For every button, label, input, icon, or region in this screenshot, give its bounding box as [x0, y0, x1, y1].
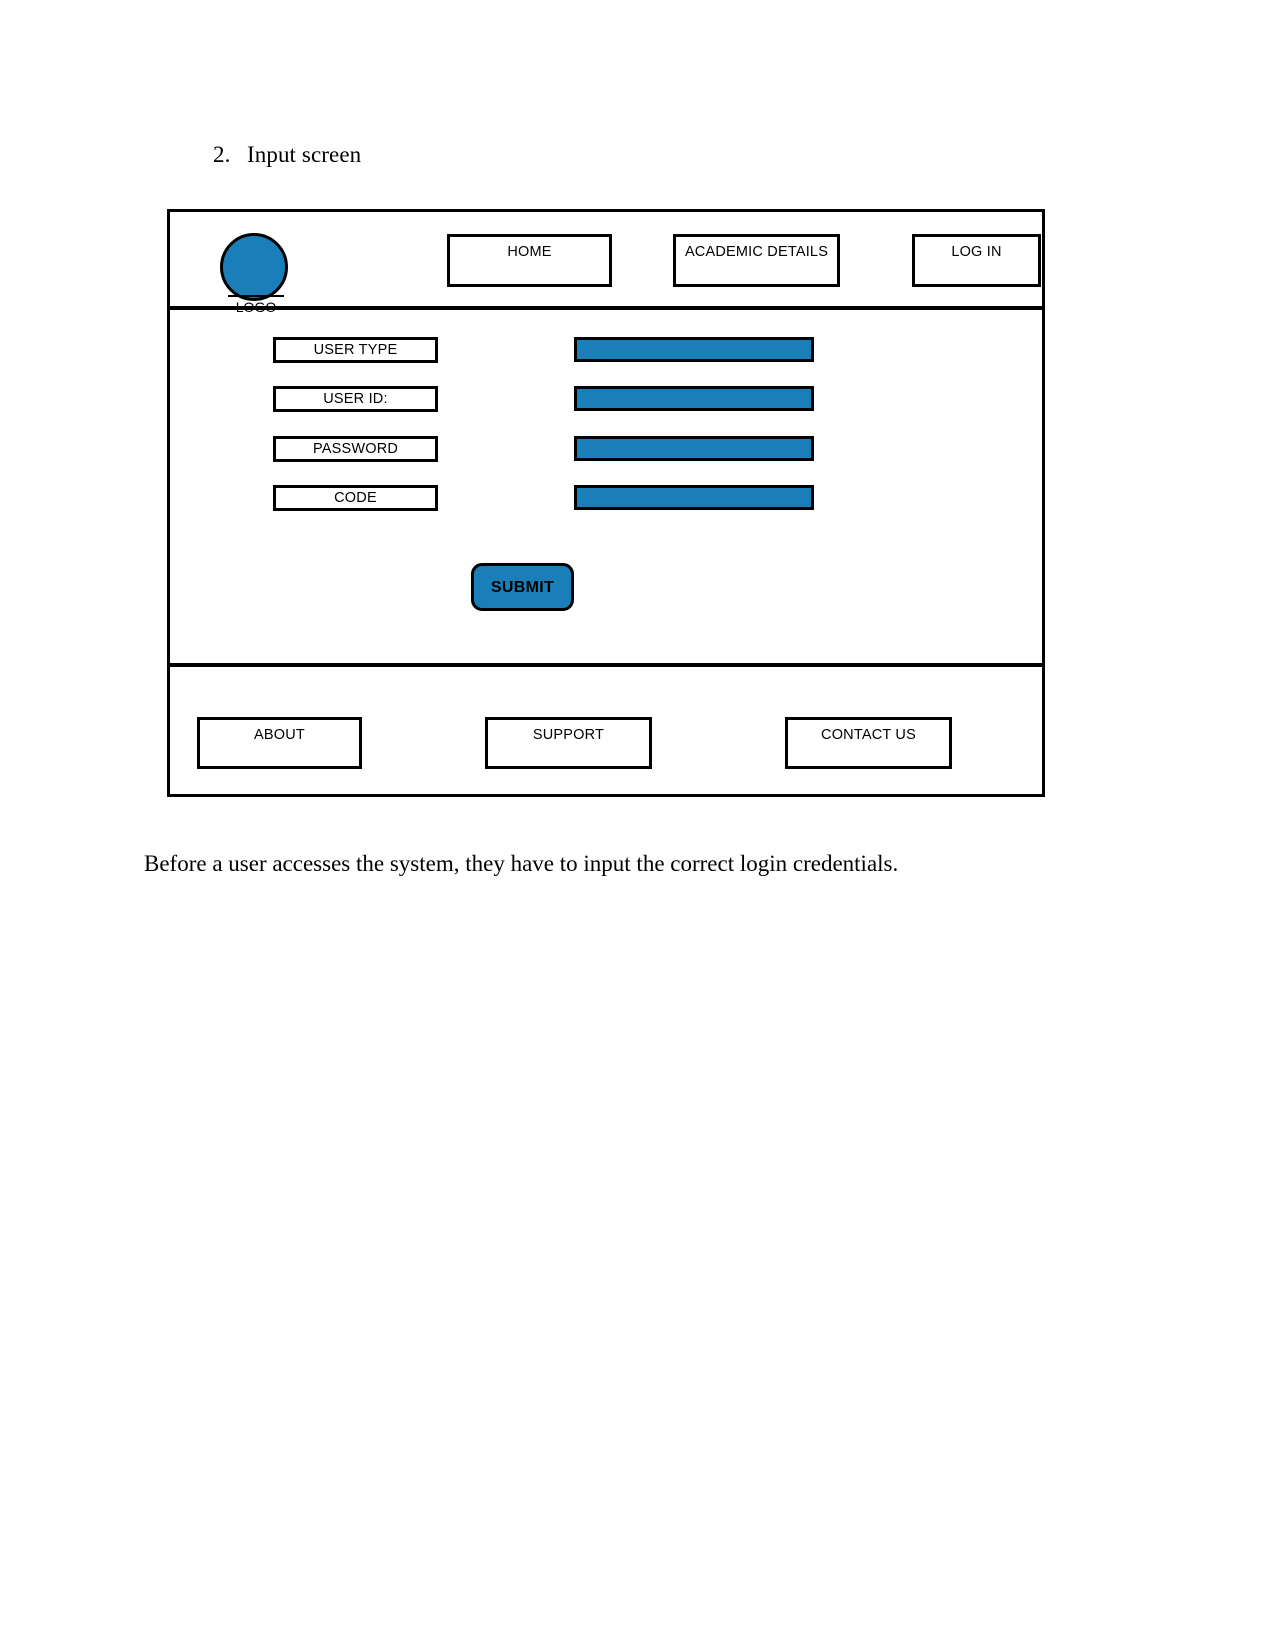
circle-logo-icon — [220, 233, 288, 301]
page-heading: 2. Input screen — [213, 142, 361, 168]
label-password: PASSWORD — [273, 436, 438, 462]
mock-body: USER TYPE USER ID: PASSWORD CODE SUBMIT — [170, 310, 1042, 667]
submit-button[interactable]: SUBMIT — [471, 563, 574, 611]
input-code[interactable] — [574, 485, 814, 510]
logo-label: LOGO — [228, 295, 284, 317]
heading-title: Input screen — [247, 142, 362, 167]
mock-header: LOGO HOME ACADEMIC DETAILS LOG IN — [170, 212, 1042, 315]
input-password[interactable] — [574, 436, 814, 461]
footer-link-about[interactable]: ABOUT — [197, 717, 362, 769]
label-user-type: USER TYPE — [273, 337, 438, 363]
nav-item-academic-details[interactable]: ACADEMIC DETAILS — [673, 234, 840, 287]
caption-text: Before a user accesses the system, they … — [144, 851, 899, 876]
nav-item-home[interactable]: HOME — [447, 234, 612, 287]
label-user-id: USER ID: — [273, 386, 438, 412]
input-user-type[interactable] — [574, 337, 814, 362]
heading-number: 2. — [213, 142, 231, 167]
footer-link-contact-us[interactable]: CONTACT US — [785, 717, 952, 769]
footer-link-support[interactable]: SUPPORT — [485, 717, 652, 769]
mock-footer: ABOUT SUPPORT CONTACT US — [170, 671, 1042, 794]
nav-item-log-in[interactable]: LOG IN — [912, 234, 1041, 287]
label-code: CODE — [273, 485, 438, 511]
input-user-id[interactable] — [574, 386, 814, 411]
wireframe-mockup: LOGO HOME ACADEMIC DETAILS LOG IN USER T… — [167, 209, 1045, 797]
